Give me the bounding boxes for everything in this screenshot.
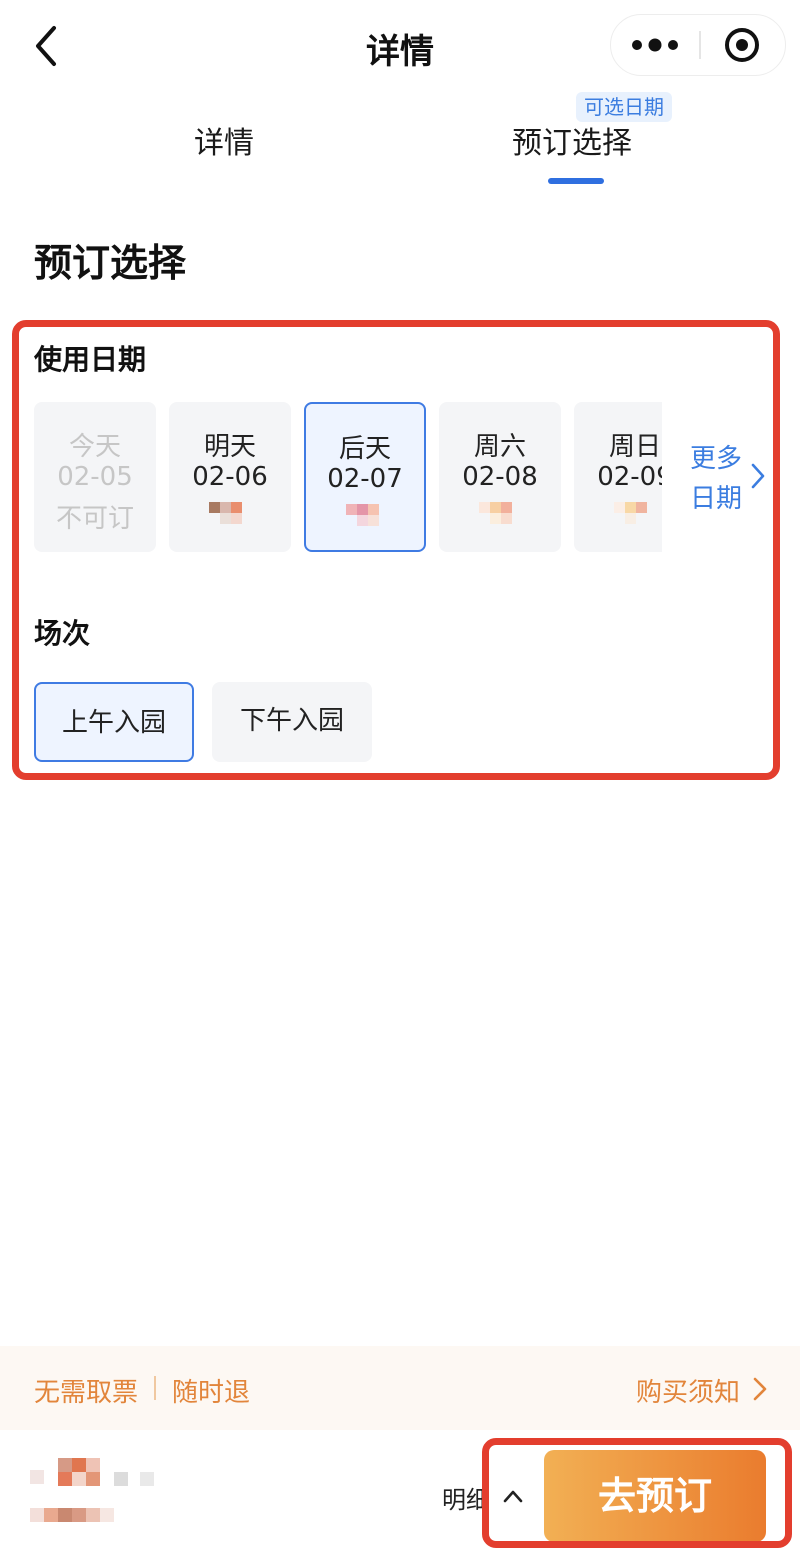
date-value: 02-07	[327, 464, 403, 494]
notice-divider	[154, 1376, 156, 1400]
refund-anytime-text: 随时退	[172, 1378, 251, 1408]
blurred-price	[346, 504, 390, 532]
date-card-saturday[interactable]: 周六 02-08	[439, 402, 561, 552]
date-day: 周日	[608, 432, 661, 462]
date-value: 02-05	[57, 462, 133, 492]
purchase-notice-link[interactable]: 购买须知	[636, 1372, 740, 1409]
date-value: 02-08	[462, 462, 538, 492]
active-tab-indicator	[548, 178, 604, 184]
nav-bar: 详情	[0, 0, 800, 92]
section-title: 预订选择	[34, 241, 187, 285]
notice-strip: 无需取票 随时退 购买须知	[0, 1346, 800, 1430]
date-status: 不可订	[55, 504, 134, 534]
more-dates-button[interactable]: 更多 日期	[688, 438, 772, 518]
date-card-day-after[interactable]: 后天 02-07	[304, 402, 426, 552]
date-day: 周六	[473, 432, 526, 462]
date-card-sunday[interactable]: 周日 02-09	[574, 402, 662, 552]
mini-program-capsule	[610, 14, 786, 76]
blurred-price-total	[30, 1458, 180, 1540]
blurred-price	[209, 502, 253, 530]
date-card-today: 今天 02-05 不可订	[34, 402, 156, 552]
book-button-highlight-box	[482, 1438, 792, 1548]
bottom-action-bar: 明细 去预订	[0, 1430, 800, 1552]
blurred-price	[614, 502, 658, 530]
session-morning[interactable]: 上午入园	[34, 682, 194, 762]
tab-bar: 详情 可选日期 预订选择	[0, 92, 800, 192]
date-label: 使用日期	[34, 343, 147, 376]
more-dates-label-2: 日期	[690, 484, 743, 514]
date-day: 明天	[203, 432, 256, 462]
target-circle-icon[interactable]	[700, 15, 786, 75]
date-value: 02-06	[192, 462, 268, 492]
tab-details[interactable]: 详情	[194, 118, 254, 162]
blurred-price	[479, 502, 523, 530]
session-label: 场次	[34, 617, 91, 650]
date-day: 后天	[338, 434, 391, 464]
date-card-tomorrow[interactable]: 明天 02-06	[169, 402, 291, 552]
date-value: 02-09	[597, 462, 662, 492]
no-ticket-pickup-text: 无需取票	[34, 1378, 139, 1408]
date-day: 今天	[68, 432, 121, 462]
more-dots-icon[interactable]	[611, 15, 699, 75]
more-dates-label-1: 更多	[690, 444, 743, 474]
tab-booking[interactable]: 预订选择	[512, 118, 632, 162]
session-afternoon[interactable]: 下午入园	[212, 682, 372, 762]
date-list: 今天 02-05 不可订 明天 02-06 后天 02-07 周六 02-08 …	[34, 402, 662, 554]
chevron-right-icon	[751, 463, 765, 489]
chevron-right-icon	[753, 1377, 767, 1401]
